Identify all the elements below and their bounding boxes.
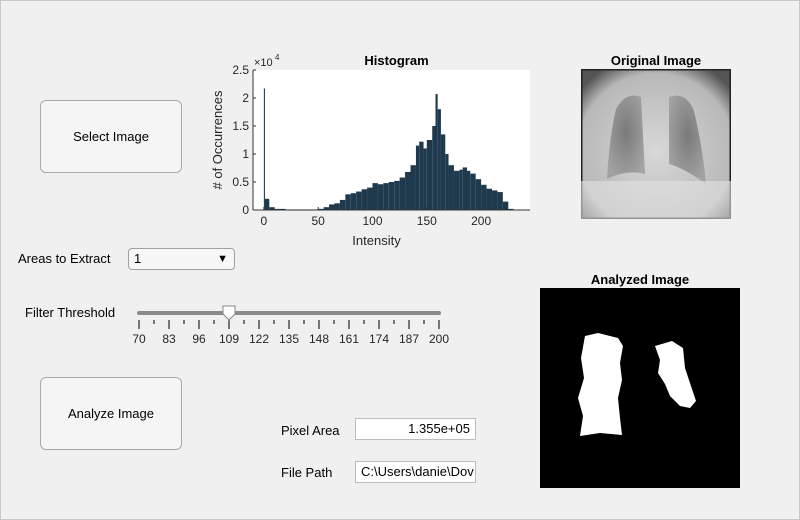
y-tick-label: 0 [242, 203, 249, 217]
slider-tick-label: 200 [429, 332, 449, 346]
x-tick-label: 50 [311, 214, 325, 228]
slider-thumb[interactable] [222, 305, 236, 321]
histogram-bar [350, 193, 357, 210]
histogram-bar [462, 167, 467, 210]
x-tick-label: 200 [471, 214, 491, 228]
analyzed-mask-image [540, 288, 740, 488]
histogram-bar [423, 148, 427, 210]
analyzed-image-title: Analyzed Image [590, 272, 690, 287]
slider-tick-label: 96 [192, 332, 206, 346]
slider-tick-label: 174 [369, 332, 389, 346]
slider-tick-label: 148 [309, 332, 329, 346]
y-tick-label: 1.5 [232, 119, 249, 133]
x-tick-label: 150 [417, 214, 437, 228]
histogram-chart: 0 50 100 150 200 0 0.5 1 1.5 2 2.5 Histogram Intensi… [210, 53, 530, 248]
histogram-bar [388, 182, 395, 210]
histogram-bar [383, 183, 389, 210]
file-path-field[interactable]: C:\Users\danie\Dov [355, 461, 476, 483]
histogram-bar [432, 126, 436, 210]
histogram-bar [356, 191, 362, 210]
y-tick-label: 1 [242, 147, 249, 161]
histogram-bar [448, 165, 454, 210]
areas-dropdown-value: 1 [134, 251, 142, 266]
histogram-bar [361, 189, 368, 210]
slider-tick-label: 122 [249, 332, 269, 346]
histogram-bar [399, 177, 406, 210]
filter-threshold-label: Filter Threshold [25, 305, 116, 320]
histogram-bar [453, 170, 460, 210]
x-axis-label: Intensity [352, 233, 401, 248]
slider-tick-label: 83 [162, 332, 176, 346]
exponent-value: 4 [275, 53, 280, 62]
histogram-bar [502, 201, 509, 210]
slider-tick-label: 161 [339, 332, 359, 346]
histogram-bar [437, 109, 441, 210]
histogram-bar [415, 145, 420, 210]
file-path-label: File Path [281, 465, 333, 480]
slider-tick-label: 187 [399, 332, 419, 346]
histogram-bar [419, 141, 424, 210]
histogram-bar [491, 190, 498, 210]
histogram-bar [459, 169, 463, 210]
histogram-bar [410, 165, 416, 210]
y-tick-label: 0.5 [232, 175, 249, 189]
histogram-bar [372, 183, 378, 210]
histogram-bar [435, 94, 438, 210]
histogram-bar [405, 171, 411, 210]
x-tick-label: 100 [362, 214, 382, 228]
histogram-bar [394, 180, 400, 210]
histogram-bar [264, 198, 270, 210]
histogram-bar [329, 204, 335, 210]
histogram-bar [445, 154, 449, 210]
original-xray-image [581, 69, 731, 219]
dropdown-arrow-icon: ▼ [217, 253, 228, 265]
areas-dropdown[interactable]: 1 ▼ [128, 248, 235, 270]
pixel-area-field[interactable]: 1.355e+05 [355, 418, 476, 440]
histogram-bar [263, 88, 265, 210]
y-tick-label: 2.5 [232, 63, 249, 77]
chart-title: Histogram [364, 53, 428, 68]
x-tick-label: 0 [261, 214, 268, 228]
exponent-label: ×10 [254, 57, 273, 69]
histogram-bar [426, 140, 433, 210]
histogram-bar [440, 134, 446, 210]
histogram-bar [367, 187, 373, 210]
histogram-bar [486, 188, 492, 210]
filter-threshold-slider[interactable]: 70 83 96 109 122 135 148 161 174 187 200 [125, 300, 465, 350]
histogram-bar [470, 173, 476, 210]
original-image-title: Original Image [610, 53, 702, 68]
areas-to-extract-label: Areas to Extract [18, 251, 111, 266]
slider-tick-label: 109 [219, 332, 239, 346]
y-tick-label: 2 [242, 91, 249, 105]
histogram-bar [345, 194, 351, 210]
histogram-bar [334, 203, 340, 210]
histogram-bar [497, 192, 503, 210]
histogram-bar [377, 184, 384, 210]
histogram-bar [339, 199, 346, 210]
histogram-bar [466, 170, 471, 210]
histogram-bar [481, 184, 487, 210]
histogram-bar [475, 179, 482, 210]
slider-tick-label: 70 [132, 332, 146, 346]
pixel-area-label: Pixel Area [281, 423, 340, 438]
y-axis-label: # of Occurrences [210, 90, 225, 189]
analyze-image-button[interactable]: Analyze Image [40, 377, 182, 450]
slider-tick-label: 135 [279, 332, 299, 346]
select-image-button[interactable]: Select Image [40, 100, 182, 173]
